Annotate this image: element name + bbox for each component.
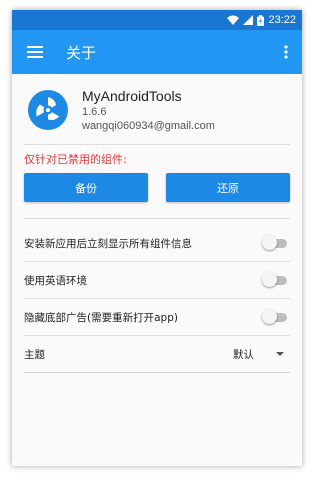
theme-label: 主题 [24, 348, 45, 361]
signal-icon [243, 15, 254, 25]
backup-restore-row: 备份 还原 [24, 173, 290, 219]
theme-dropdown[interactable]: 默认 [233, 347, 284, 362]
battery-icon [257, 14, 265, 26]
toggle-switch[interactable] [262, 272, 288, 288]
dropdown-arrow-icon [276, 352, 284, 356]
wifi-icon [227, 15, 240, 25]
setting-row-english[interactable]: 使用英语环境 [24, 262, 290, 299]
status-bar: 23:22 [12, 10, 302, 30]
setting-row-theme: 主题 默认 [24, 336, 290, 373]
status-time: 23:22 [268, 14, 296, 26]
setting-label: 安装新应用后立刻显示所有组件信息 [24, 237, 192, 250]
content: MyAndroidTools 1.6.6 wangqi060934@gmail.… [12, 74, 302, 373]
setting-label: 使用英语环境 [24, 274, 87, 287]
app-info: MyAndroidTools 1.6.6 wangqi060934@gmail.… [82, 88, 215, 132]
about-card: MyAndroidTools 1.6.6 wangqi060934@gmail.… [24, 74, 290, 145]
app-bar: 关于 [12, 30, 302, 74]
setting-row-hide-ads[interactable]: 隐藏底部广告(需要重新打开app) [24, 299, 290, 336]
toggle-switch[interactable] [262, 235, 288, 251]
author-email: wangqi060934@gmail.com [82, 120, 215, 132]
app-version: 1.6.6 [82, 106, 107, 118]
page-title: 关于 [66, 43, 97, 62]
restore-button[interactable]: 还原 [166, 173, 290, 202]
hamburger-menu-icon[interactable] [24, 41, 46, 63]
app-name: MyAndroidTools [82, 88, 182, 104]
toggle-switch[interactable] [262, 309, 288, 325]
backup-button[interactable]: 备份 [24, 173, 148, 202]
more-vert-icon[interactable] [276, 40, 296, 64]
app-logo-icon [28, 90, 68, 130]
setting-row-show-components[interactable]: 安装新应用后立刻显示所有组件信息 [24, 225, 290, 262]
device-frame: 23:22 关于 MyAndroidTools 1.6.6 wangqi0609… [12, 10, 302, 466]
disabled-components-warning: 仅针对已禁用的组件: [24, 153, 127, 166]
theme-value: 默认 [233, 348, 254, 361]
setting-label: 隐藏底部广告(需要重新打开app) [24, 311, 178, 324]
